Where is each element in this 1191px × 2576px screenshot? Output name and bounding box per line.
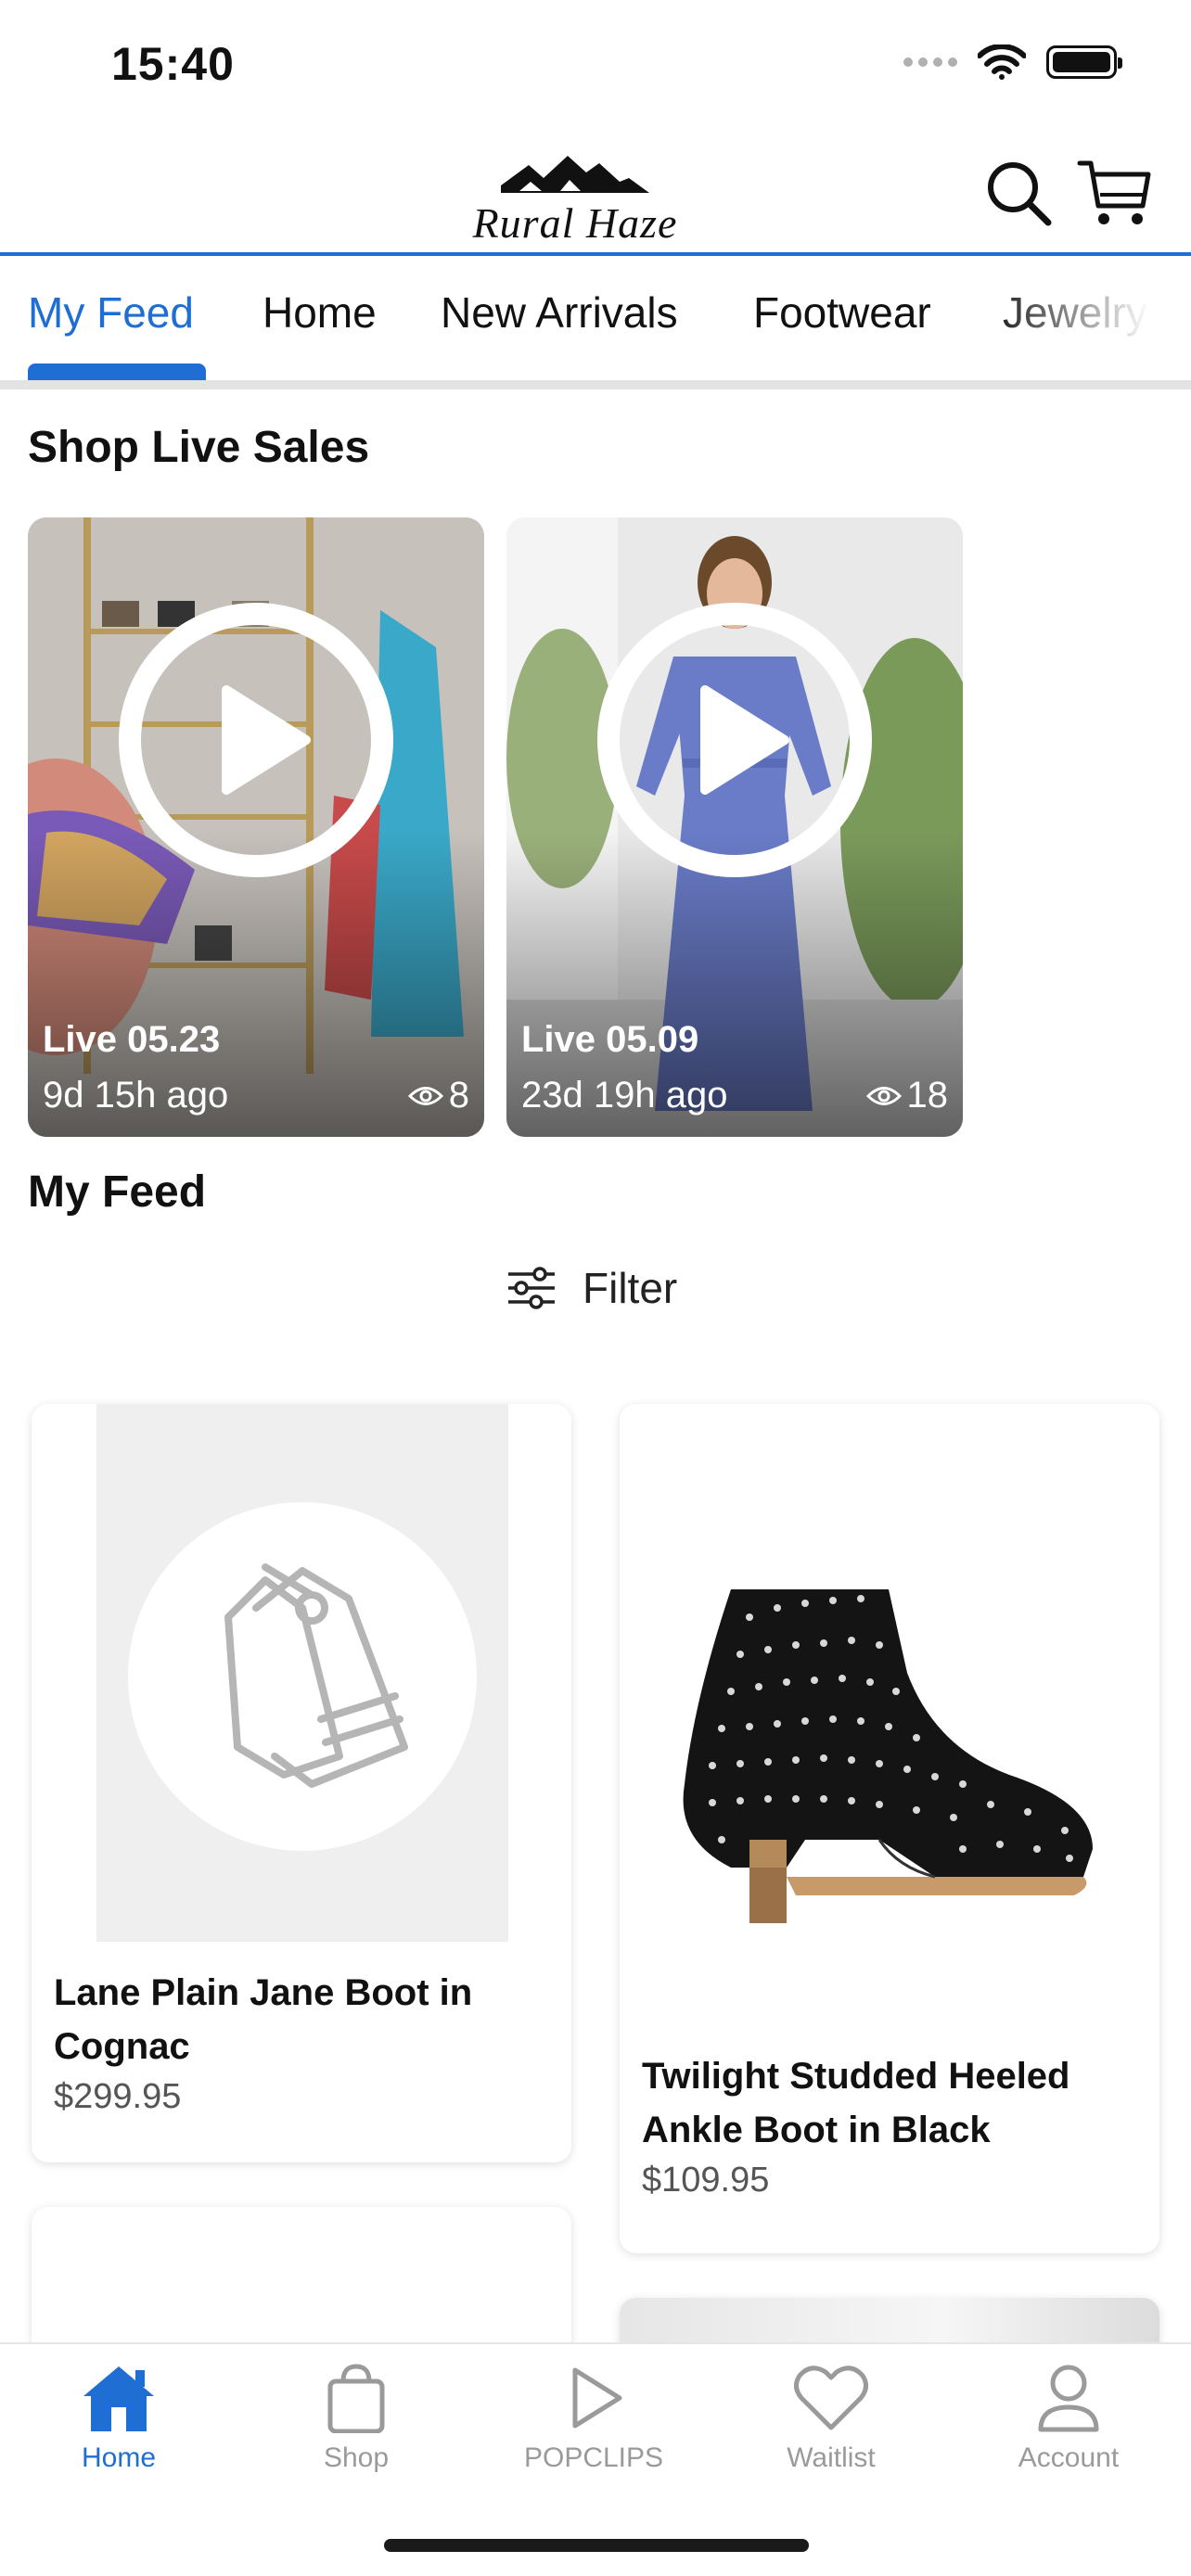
active-tab-indicator bbox=[28, 363, 206, 380]
live-time-ago: 9d 15h ago bbox=[43, 1075, 229, 1116]
nav-label: POPCLIPS bbox=[523, 2442, 664, 2473]
nav-waitlist[interactable]: Waitlist bbox=[738, 2363, 924, 2474]
eye-icon bbox=[865, 1086, 902, 1105]
search-icon[interactable] bbox=[983, 158, 1054, 228]
product-name: Twilight Studded Heeled Ankle Boot in Bl… bbox=[642, 2056, 1070, 2150]
live-sale-card[interactable]: Live 05.09 23d 19h ago 18 bbox=[506, 517, 963, 1137]
tab-new-arrivals[interactable]: New Arrivals bbox=[441, 287, 678, 338]
play-icon bbox=[572, 2367, 622, 2429]
home-icon bbox=[83, 2366, 154, 2431]
tab-my-feed[interactable]: My Feed bbox=[28, 287, 194, 338]
play-icon[interactable] bbox=[596, 601, 874, 879]
product-price: $299.95 bbox=[54, 2077, 182, 2116]
brand-logo[interactable]: Rural Haze bbox=[464, 141, 686, 252]
feed-heading: My Feed bbox=[28, 1167, 207, 1217]
status-icons bbox=[903, 45, 1122, 80]
shopping-bag-icon bbox=[327, 2364, 385, 2433]
tab-jewelry[interactable]: Jewelry bbox=[1003, 287, 1147, 338]
app-header: Rural Haze bbox=[0, 130, 1191, 256]
sliders-icon bbox=[508, 1267, 555, 1309]
live-sale-card[interactable]: Live 05.23 9d 15h ago 8 bbox=[28, 517, 484, 1137]
filter-label: Filter bbox=[583, 1264, 678, 1312]
svg-text:Rural Haze: Rural Haze bbox=[472, 199, 678, 247]
live-sales-heading: Shop Live Sales bbox=[28, 423, 370, 472]
cellular-signal-icon bbox=[903, 57, 957, 67]
tab-home[interactable]: Home bbox=[263, 287, 377, 338]
product-price: $109.95 bbox=[642, 2161, 770, 2200]
home-indicator bbox=[384, 2539, 809, 2552]
product-name: Lane Plain Jane Boot in Cognac bbox=[54, 1972, 473, 2067]
tag-icon bbox=[224, 1563, 408, 1788]
nav-label: Home bbox=[81, 2442, 157, 2473]
nav-label: Shop bbox=[323, 2442, 390, 2473]
status-bar: 15:40 bbox=[0, 0, 1191, 130]
view-count-value: 18 bbox=[906, 1075, 949, 1116]
heart-icon bbox=[794, 2366, 868, 2430]
cart-icon[interactable] bbox=[1076, 154, 1154, 232]
view-count: 8 bbox=[407, 1075, 469, 1116]
product-image bbox=[683, 1589, 1093, 1923]
nav-label: Account bbox=[1018, 2442, 1120, 2473]
category-tab-bar: My Feed Home New Arrivals Footwear Jewel… bbox=[0, 260, 1191, 389]
product-image-placeholder bbox=[96, 1404, 508, 1942]
tab-footwear[interactable]: Footwear bbox=[753, 287, 931, 338]
live-title: Live 05.23 bbox=[43, 1019, 221, 1060]
view-count-value: 8 bbox=[448, 1075, 469, 1116]
wifi-icon bbox=[978, 45, 1026, 80]
view-count: 18 bbox=[865, 1075, 949, 1116]
nav-label: Waitlist bbox=[787, 2442, 876, 2473]
nav-shop[interactable]: Shop bbox=[263, 2363, 449, 2474]
person-icon bbox=[1038, 2365, 1099, 2432]
nav-home[interactable]: Home bbox=[26, 2363, 211, 2474]
live-title: Live 05.09 bbox=[521, 1019, 699, 1060]
nav-popclips[interactable]: POPCLIPS bbox=[501, 2363, 686, 2474]
product-card[interactable]: Lane Plain Jane Boot in Cognac $299.95 bbox=[32, 1404, 571, 2162]
battery-icon bbox=[1046, 45, 1122, 79]
status-time: 15:40 bbox=[111, 38, 235, 90]
eye-icon bbox=[407, 1086, 443, 1105]
nav-account[interactable]: Account bbox=[976, 2363, 1161, 2474]
live-time-ago: 23d 19h ago bbox=[521, 1075, 728, 1116]
filter-button[interactable]: Filter bbox=[506, 1263, 677, 1313]
product-card[interactable]: Twilight Studded Heeled Ankle Boot in Bl… bbox=[620, 1404, 1159, 2253]
play-icon[interactable] bbox=[117, 601, 395, 879]
